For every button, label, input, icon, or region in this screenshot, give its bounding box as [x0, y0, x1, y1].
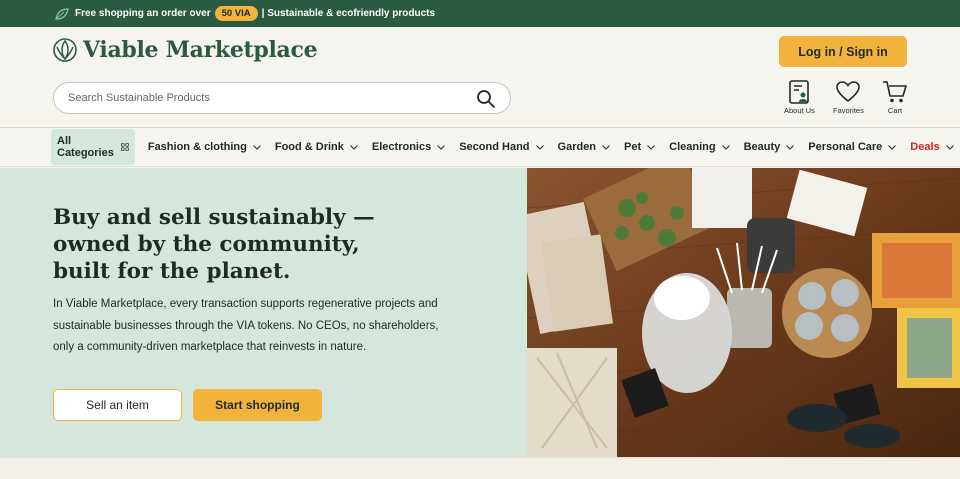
sustainable-products-photo [527, 168, 960, 457]
search-icon[interactable] [476, 89, 496, 109]
sell-item-button[interactable]: Sell an item [53, 389, 182, 421]
all-categories-label: All Categories [57, 135, 114, 159]
logo-leaf-icon [53, 38, 77, 62]
via-amount-badge: 50 VIA [214, 6, 258, 21]
site-header: Viable Marketplace Log in / Sign in Abou… [0, 27, 960, 128]
nav-item-cleaning[interactable]: Cleaning [662, 141, 736, 153]
leaf-icon [55, 7, 69, 20]
announcement-text: Free shopping an order over [75, 8, 211, 19]
hero-description: In Viable Marketplace, every transaction… [53, 298, 439, 353]
chevron-down-icon [602, 144, 610, 150]
chevron-down-icon [647, 144, 656, 150]
announcement-tagline: | Sustainable & ecofriendly products [261, 8, 436, 19]
nav-item-deals[interactable]: Deals [903, 141, 960, 153]
all-categories-button[interactable]: All Categories [51, 129, 135, 165]
nav-item-electronics[interactable]: Electronics [365, 141, 452, 153]
nav-label: Second Hand [459, 141, 530, 153]
search-bar [53, 82, 511, 114]
favorites-label: Favorites [833, 106, 864, 115]
nav-label: Cleaning [669, 141, 716, 153]
nav-label: Deals [910, 141, 940, 153]
grid-icon [120, 143, 129, 151]
chevron-down-icon [252, 144, 261, 150]
search-input[interactable] [54, 83, 454, 113]
category-nav: All Categories Fashion & clothing Food &… [0, 128, 960, 167]
nav-item-fashion[interactable]: Fashion & clothing [141, 141, 268, 153]
nav-label: Garden [557, 141, 597, 153]
chevron-down-icon [350, 144, 358, 150]
hero-text-panel: Buy and sell sustainably — owned by the … [0, 168, 527, 457]
next-section-edge [0, 457, 960, 479]
nav-item-garden[interactable]: Garden [551, 141, 618, 153]
chevron-down-icon [945, 144, 954, 150]
chevron-down-icon [888, 144, 897, 150]
about-us-icon [789, 80, 810, 104]
nav-item-personal-care[interactable]: Personal Care [801, 141, 903, 153]
logo-text: Viable Marketplace [83, 37, 318, 63]
cart-label: Cart [887, 106, 903, 115]
nav-label: Electronics [371, 141, 432, 153]
hero-image [527, 168, 960, 457]
about-us-link[interactable]: About Us [784, 79, 815, 115]
hero-title: Buy and sell sustainably — owned by the … [53, 205, 375, 284]
nav-item-pet[interactable]: Pet [617, 141, 662, 153]
login-signin-button[interactable]: Log in / Sign in [779, 36, 907, 67]
favorites-link[interactable]: Favorites [833, 79, 864, 115]
chevron-down-icon [786, 144, 795, 150]
nav-item-food-drink[interactable]: Food & Drink [268, 141, 365, 153]
nav-label: Beauty [743, 141, 781, 153]
chevron-down-icon [437, 144, 446, 150]
cart-icon [883, 81, 907, 103]
nav-label: Pet [624, 141, 642, 153]
chevron-down-icon [535, 144, 544, 150]
heart-icon [836, 81, 861, 103]
nav-item-second-hand[interactable]: Second Hand [452, 141, 550, 153]
announcement-bar: Free shopping an order over 50 VIA | Sus… [0, 0, 960, 27]
hero-section: Buy and sell sustainably — owned by the … [0, 168, 960, 457]
start-shopping-button[interactable]: Start shopping [193, 389, 322, 421]
about-us-label: About Us [784, 106, 815, 115]
chevron-down-icon [721, 144, 730, 150]
cart-link[interactable]: Cart [882, 79, 908, 115]
site-logo[interactable]: Viable Marketplace [53, 37, 318, 63]
nav-item-beauty[interactable]: Beauty [737, 141, 802, 153]
nav-label: Fashion & clothing [147, 141, 247, 153]
nav-label: Food & Drink [274, 141, 344, 153]
nav-label: Personal Care [808, 141, 883, 153]
